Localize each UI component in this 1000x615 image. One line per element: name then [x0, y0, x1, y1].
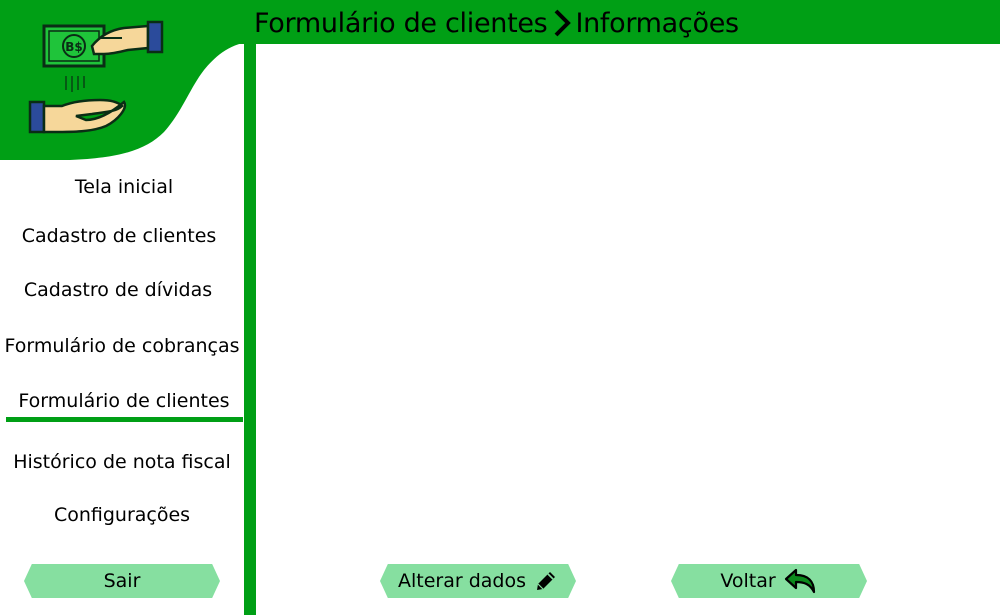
chevron-right-icon — [553, 9, 572, 37]
money-handover-icon: B$ — [28, 20, 164, 134]
sidebar-item-formulario-clientes[interactable]: Formulário de clientes — [2, 390, 246, 412]
bill-text: B$ — [65, 40, 83, 54]
sidebar-item-cadastro-clientes[interactable]: Cadastro de clientes — [0, 225, 241, 247]
sidebar-item-cadastro-dividas[interactable]: Cadastro de dívidas — [0, 279, 240, 301]
breadcrumb: Formulário de clientes Informações — [254, 4, 739, 42]
sidebar-divider — [244, 40, 256, 615]
back-button-label: Voltar — [720, 570, 776, 592]
pencil-icon — [534, 569, 558, 593]
undo-arrow-icon — [784, 568, 818, 594]
sidebar-item-configuracoes[interactable]: Configurações — [0, 504, 244, 526]
back-button[interactable]: Voltar — [671, 564, 867, 598]
edit-data-button-label: Alterar dados — [397, 570, 526, 592]
edit-data-button[interactable]: Alterar dados — [380, 564, 576, 598]
breadcrumb-section[interactable]: Formulário de clientes — [254, 8, 548, 39]
exit-button[interactable]: Sair — [24, 564, 220, 598]
sidebar-item-formulario-cobrancas[interactable]: Formulário de cobranças — [0, 335, 244, 357]
exit-button-label: Sair — [103, 570, 141, 592]
sidebar-item-tela-inicial[interactable]: Tela inicial — [2, 176, 246, 198]
page-title: Informações — [575, 7, 739, 39]
sidebar-item-historico-nota-fiscal[interactable]: Histórico de nota fiscal — [0, 451, 244, 473]
active-item-indicator — [6, 417, 243, 422]
